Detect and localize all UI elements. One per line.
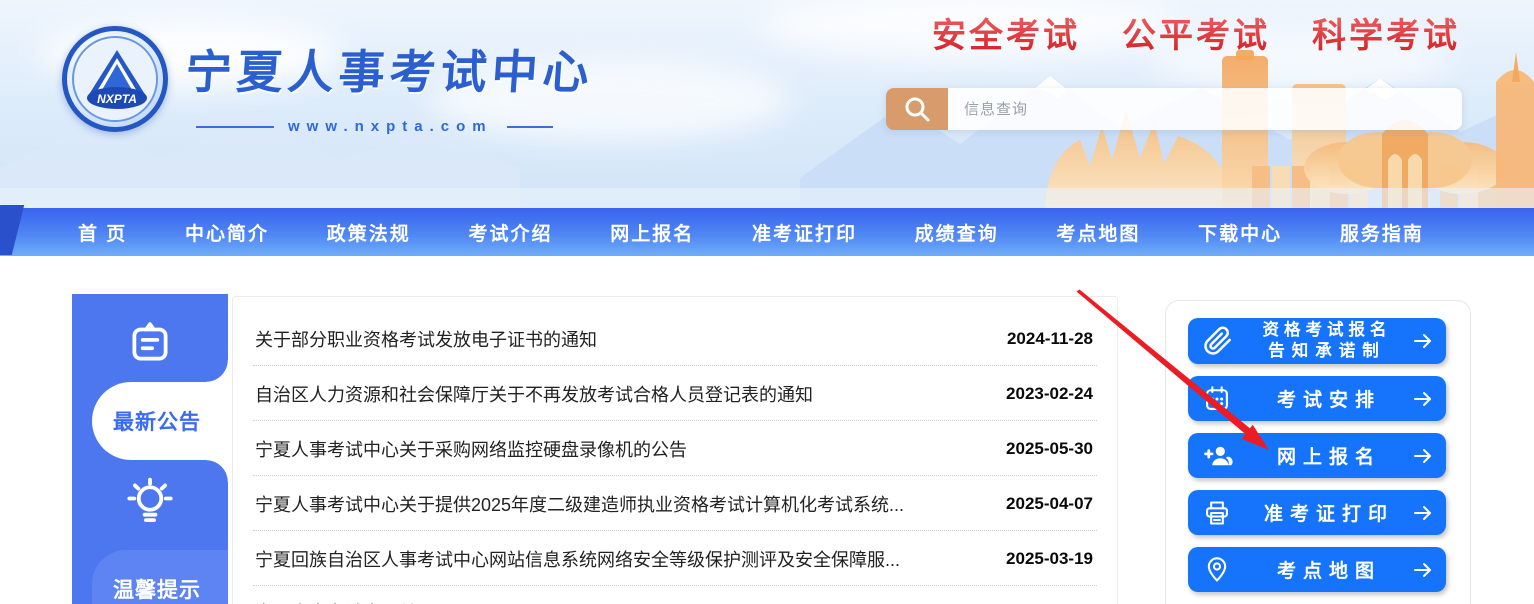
slogan-safe: 安全考试: [932, 8, 1080, 57]
quick-link-label-line1: 资格考试报名: [1263, 320, 1392, 341]
site-url-row: www.nxpta.com: [196, 118, 594, 135]
quick-link-label: 网上报名: [1253, 442, 1381, 469]
sidebar-item-friendly-tips[interactable]: 温馨提示: [92, 550, 228, 604]
announcement-title-link[interactable]: 宁夏人事考试中心关于…: [255, 599, 453, 604]
arrow-right-icon: [1413, 391, 1433, 407]
search-input[interactable]: [948, 88, 1462, 130]
url-dash-left: [196, 126, 274, 128]
site-title-block: 宁夏人事考试中心 www.nxpta.com: [186, 36, 594, 135]
announcement-date: 2024-11-28: [1007, 329, 1093, 349]
svg-text:NXPTA: NXPTA: [97, 92, 137, 106]
nav-item-online-registration[interactable]: 网上报名: [610, 219, 694, 246]
quick-link-exam-site-map[interactable]: 考点地图: [1188, 547, 1446, 592]
announcement-list: 关于部分职业资格考试发放电子证书的通知 2024-11-28 自治区人力资源和社…: [232, 296, 1118, 604]
announcement-row: 关于部分职业资格考试发放电子证书的通知 2024-11-28: [233, 311, 1117, 366]
nav-item-score-query[interactable]: 成绩查询: [915, 219, 999, 246]
announcement-row: 宁夏回族自治区人事考试中心网站信息系统网络安全等级保护测评及安全保障服... 2…: [233, 531, 1117, 586]
quick-link-online-registration[interactable]: 网上报名: [1188, 433, 1446, 478]
arrow-right-icon: [1413, 505, 1433, 521]
user-plus-icon: [1203, 442, 1233, 470]
quick-link-exam-schedule[interactable]: 考试安排: [1188, 376, 1446, 421]
sidebar: 最新公告 温馨提示: [72, 294, 228, 604]
quick-links-panel: 资格考试报名 告知承诺制 考试安排: [1165, 300, 1471, 604]
announcement-title-link[interactable]: 宁夏人事考试中心关于提供2025年度二级建造师执业资格考试计算机化考试系统...: [255, 491, 904, 517]
announcement-date: 2023-02-24: [1006, 384, 1093, 404]
nav-item-download-center[interactable]: 下载中心: [1198, 219, 1282, 246]
quick-link-registration-commitment[interactable]: 资格考试报名 告知承诺制: [1188, 318, 1446, 364]
announcement-date: 2025-03-19: [1006, 549, 1093, 569]
nav-item-admission-ticket-print[interactable]: 准考证打印: [752, 219, 857, 246]
quick-link-label-line2: 告知承诺制: [1268, 341, 1386, 362]
sidebar-item-label: 温馨提示: [113, 574, 201, 604]
nav-item-home[interactable]: 首 页: [78, 219, 127, 246]
header-slogan: 安全考试 公平考试 科学考试: [932, 8, 1460, 57]
announcement-title-link[interactable]: 关于部分职业资格考试发放电子证书的通知: [255, 326, 597, 352]
quick-link-admission-ticket-print[interactable]: 准考证打印: [1188, 490, 1446, 535]
page: NXPTA 宁夏人事考试中心 www.nxpta.com 安全考试 公平考试 科…: [0, 0, 1534, 604]
announcement-title-link[interactable]: 宁夏回族自治区人事考试中心网站信息系统网络安全等级保护测评及安全保障服...: [255, 546, 900, 572]
arrow-right-icon: [1413, 333, 1433, 349]
notice-clipboard-icon: [72, 316, 228, 368]
calendar-icon: [1203, 385, 1231, 413]
site-url: www.nxpta.com: [288, 118, 493, 135]
search-icon: [903, 95, 931, 123]
announcement-date: 2025-04-07: [1006, 494, 1093, 514]
search-bar: [886, 88, 1462, 130]
url-dash-right: [507, 126, 553, 128]
arrow-right-icon: [1413, 448, 1433, 464]
lightbulb-icon: [72, 476, 228, 530]
quick-link-label: 考点地图: [1253, 556, 1381, 583]
map-pin-icon: [1203, 556, 1231, 584]
nav-item-service-guide[interactable]: 服务指南: [1340, 219, 1424, 246]
nav-item-center-intro[interactable]: 中心简介: [185, 219, 269, 246]
slogan-fair: 公平考试: [1122, 8, 1270, 57]
announcement-title-link[interactable]: 宁夏人事考试中心关于采购网络监控硬盘录像机的公告: [255, 436, 687, 462]
nxpta-logo[interactable]: NXPTA: [62, 26, 168, 132]
announcement-row: 宁夏人事考试中心关于提供2025年度二级建造师执业资格考试计算机化考试系统...…: [233, 476, 1117, 531]
announcement-date: 2025-05-30: [1006, 439, 1093, 459]
quick-link-label: 考试安排: [1253, 385, 1381, 412]
nav-item-exam-intro[interactable]: 考试介绍: [468, 219, 552, 246]
link-icon: [1203, 326, 1233, 356]
main-nav: 首 页 中心简介 政策法规 考试介绍 网上报名 准考证打印 成绩查询 考点地图 …: [0, 208, 1534, 256]
nav-item-exam-site-map[interactable]: 考点地图: [1056, 219, 1140, 246]
announcement-title-link[interactable]: 自治区人力资源和社会保障厅关于不再发放考试合格人员登记表的通知: [255, 381, 813, 407]
nav-item-policies[interactable]: 政策法规: [327, 219, 411, 246]
site-title: 宁夏人事考试中心: [184, 36, 597, 102]
search-button[interactable]: [886, 88, 948, 130]
announcement-row: 自治区人力资源和社会保障厅关于不再发放考试合格人员登记表的通知 2023-02-…: [233, 366, 1117, 421]
printer-icon: [1203, 499, 1231, 527]
sidebar-item-latest-announcements[interactable]: 最新公告: [92, 382, 228, 460]
arrow-right-icon: [1413, 562, 1433, 578]
sidebar-item-label: 最新公告: [113, 406, 201, 436]
announcement-row-partial: 宁夏人事考试中心关于…: [233, 586, 1117, 604]
slogan-scientific: 科学考试: [1312, 8, 1460, 57]
quick-link-label: 准考证打印: [1240, 499, 1394, 526]
nxpta-logo-emblem: NXPTA: [72, 36, 158, 122]
site-header: NXPTA 宁夏人事考试中心 www.nxpta.com 安全考试 公平考试 科…: [0, 0, 1534, 208]
announcement-row: 宁夏人事考试中心关于采购网络监控硬盘录像机的公告 2025-05-30: [233, 421, 1117, 476]
